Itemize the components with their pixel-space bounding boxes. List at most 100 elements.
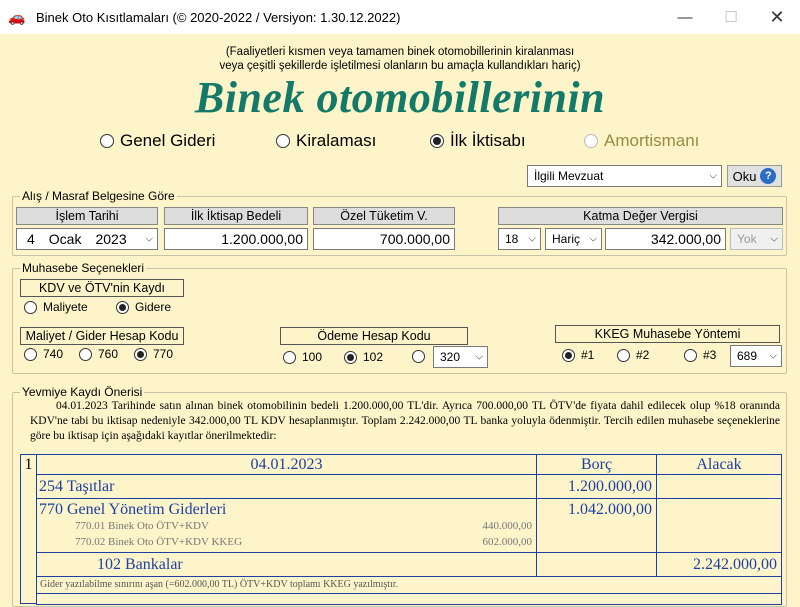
entry-alacak-770	[656, 498, 782, 553]
scope-note: (Faaliyetleri kısmen veya tamamen binek …	[0, 45, 800, 73]
radio-label: #1	[581, 348, 595, 362]
kdv-otv-gidere[interactable]: Gidere	[116, 300, 171, 314]
radio-label: 100	[302, 350, 323, 364]
kdv-rate-select[interactable]: 18 ⌵	[498, 228, 541, 250]
help-icon: ?	[760, 168, 777, 184]
radio-label: 102	[363, 350, 384, 364]
radio-circle-selected[interactable]	[562, 348, 575, 362]
kkeg-1[interactable]: #1	[562, 348, 594, 362]
mevzuat-selected: İlgili Mevzuat	[534, 169, 604, 183]
radio-circle-selected[interactable]	[344, 350, 357, 364]
kkeg-3[interactable]: #3	[684, 348, 716, 362]
radio-circle[interactable]	[283, 350, 296, 364]
odeme-hesap-kodu-label: Ödeme Hesap Kodu	[280, 327, 468, 345]
note-line-2: veya çeşitli şekillerde işletilmesi olan…	[219, 60, 581, 72]
date-month[interactable]: Ocak	[49, 231, 82, 247]
kdv-extra: Yok	[737, 232, 757, 246]
otv-input[interactable]: 700.000,00	[313, 228, 455, 250]
borc-header: Borç	[536, 454, 657, 475]
radio-circle[interactable]	[79, 347, 92, 361]
oku-label: Oku	[732, 168, 757, 184]
entry-account-254: 254 Taşıtlar	[36, 474, 537, 499]
hesap-kodu-label: Maliyet / Gider Hesap Kodu	[20, 327, 184, 345]
entry-borc-770: 1.042.000,00	[536, 498, 657, 553]
ledger-table: 1 04.01.2023 Borç Alacak 254 Taşıtlar 1.…	[20, 454, 782, 605]
sub-account-770-01: 770.01 Binek Oto ÖTV+KDV	[75, 520, 209, 532]
mevzuat-select[interactable]: İlgili Mevzuat ⌵	[527, 165, 722, 187]
kkeg-select[interactable]: 689 ⌵	[730, 345, 782, 367]
ilk-iktisap-label: İlk İktisap Bedeli	[164, 207, 308, 225]
maximize-button[interactable]: ☐	[708, 0, 754, 34]
radio-circle[interactable]	[276, 134, 290, 148]
sub-account-770-02: 770.02 Binek Oto ÖTV+KDV KKEG	[75, 536, 243, 548]
entry-account-770: 770 Genel Yönetim Giderleri	[39, 501, 227, 518]
kdv-otv-maliyete[interactable]: Maliyete	[24, 300, 88, 314]
radio-circle-selected[interactable]	[116, 300, 129, 314]
kdv-input[interactable]: 342.000,00	[605, 228, 726, 250]
date-day[interactable]: 4	[27, 231, 35, 247]
entry-770-box: 770 Genel Yönetim Giderleri 770.01 Binek…	[36, 498, 537, 553]
radio-circle[interactable]	[24, 300, 37, 314]
oku-button[interactable]: Oku ?	[727, 165, 782, 187]
odeme-100[interactable]: 100	[283, 350, 322, 364]
mode-amortismani: Amortismanı	[584, 131, 699, 151]
radio-circle[interactable]	[617, 348, 630, 362]
title-bar: 🚗 Binek Oto Kısıtlamaları (© 2020-2022 /…	[0, 0, 800, 34]
note-line-1: (Faaliyetleri kısmen veya tamamen binek …	[225, 46, 575, 58]
sub-value-770-01: 440.000,00	[482, 520, 533, 532]
date-picker[interactable]: 4 Ocak 2023 ⌵	[16, 228, 158, 250]
alacak-header: Alacak	[656, 454, 782, 475]
hesap-kodu-760[interactable]: 760	[79, 347, 118, 361]
hesap-kodu-770[interactable]: 770	[134, 347, 173, 361]
ledger-date: 04.01.2023	[36, 454, 537, 475]
chevron-down-icon: ⌵	[589, 233, 597, 245]
mode-ilk-iktisabi[interactable]: İlk İktisabı	[430, 131, 526, 151]
odeme-102[interactable]: 102	[344, 350, 383, 364]
radio-circle-selected[interactable]	[134, 347, 147, 361]
radio-circle[interactable]	[24, 347, 37, 361]
radio-circle[interactable]	[412, 350, 425, 363]
radio-circle-disabled	[584, 134, 598, 148]
radio-label: #2	[636, 348, 650, 362]
mode-genel-gideri[interactable]: Genel Gideri	[100, 131, 215, 151]
row-number: 1	[20, 454, 37, 604]
odeme-select-value: 320	[440, 350, 461, 364]
kdv-rate: 18	[505, 232, 519, 246]
totals-row	[36, 593, 782, 605]
chevron-down-icon: ⌵	[769, 350, 777, 362]
odeme-other[interactable]	[412, 350, 425, 363]
kkeg-2[interactable]: #2	[617, 348, 649, 362]
radio-label: #3	[703, 348, 717, 362]
mode-kiralamasi[interactable]: Kiralaması	[276, 131, 376, 151]
radio-circle-selected[interactable]	[430, 134, 444, 148]
sub-value-770-02: 602.000,00	[482, 536, 533, 548]
mode-label: Kiralaması	[296, 131, 377, 150]
yevmiye-description: 04.01.2023 Tarihinde satın alınan binek …	[30, 399, 780, 444]
radio-circle[interactable]	[100, 134, 114, 148]
ilk-iktisap-input[interactable]: 1.200.000,00	[164, 228, 308, 250]
radio-circle[interactable]	[684, 348, 697, 362]
kkeg-select-value: 689	[737, 349, 758, 363]
otv-label: Özel Tüketim V.	[313, 207, 455, 225]
mode-label: İlk İktisabı	[450, 131, 526, 150]
kdv-type: Hariç	[552, 232, 581, 246]
entry-alacak-254	[656, 474, 782, 499]
chevron-down-icon: ⌵	[709, 170, 717, 182]
kdv-otv-kaydi-label: KDV ve ÖTV'nin Kaydı	[20, 279, 184, 297]
odeme-select[interactable]: 320 ⌵	[433, 346, 488, 368]
entry-borc-102	[536, 552, 657, 577]
hesap-kodu-740[interactable]: 740	[24, 347, 63, 361]
muhasebe-group-label: Muhasebe Seçenekleri	[20, 261, 147, 275]
kdv-label: Katma Değer Vergisi	[498, 207, 783, 225]
kdv-extra-select: Yok ⌵	[730, 228, 783, 250]
kdv-type-select[interactable]: Hariç ⌵	[545, 228, 602, 250]
date-year[interactable]: 2023	[95, 231, 126, 247]
entry-account-102: 102 Bankalar	[36, 552, 537, 577]
minimize-button[interactable]: —	[662, 0, 708, 34]
close-button[interactable]: ✕	[754, 0, 800, 34]
radio-label: Gidere	[135, 300, 172, 314]
islem-tarihi-label: İşlem Tarihi	[16, 207, 158, 225]
entry-borc-254: 1.200.000,00	[536, 474, 657, 499]
kkeg-label: KKEG Muhasebe Yöntemi	[555, 325, 780, 343]
radio-label: 770	[153, 347, 174, 361]
